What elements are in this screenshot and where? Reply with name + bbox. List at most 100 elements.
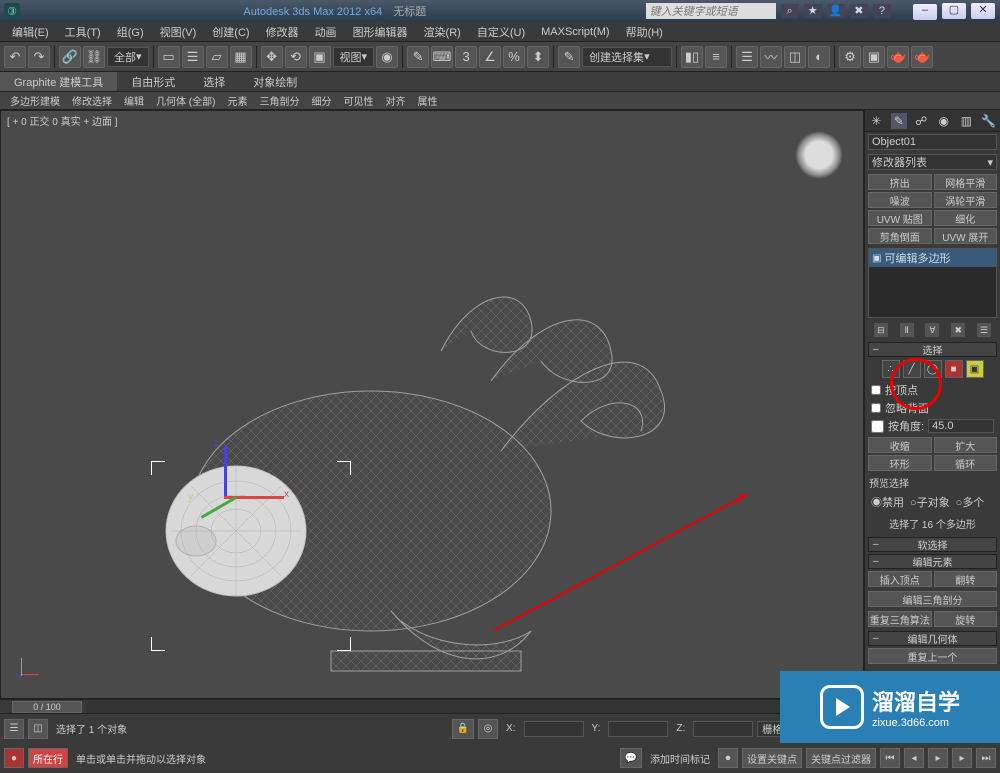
maxscript-mini-listener-icon[interactable]: ☰: [4, 719, 24, 739]
by-vertex-checkbox[interactable]: [871, 385, 881, 395]
pin-stack-icon[interactable]: ⊟: [874, 323, 888, 337]
grow-button[interactable]: 扩大: [934, 437, 998, 453]
btn-turbosmooth[interactable]: 涡轮平滑: [934, 192, 998, 208]
close-button[interactable]: ✕: [971, 3, 995, 19]
named-selection-set[interactable]: 创建选择集 ▾: [582, 47, 672, 67]
transform-gizmo[interactable]: xyz: [176, 446, 276, 546]
display-tab-icon[interactable]: ▥: [958, 113, 974, 129]
link-button[interactable]: 🔗: [59, 46, 81, 68]
next-frame-icon[interactable]: ▸: [952, 748, 972, 768]
align-button[interactable]: ≡: [705, 46, 727, 68]
star-icon[interactable]: ★: [804, 4, 822, 18]
rollout-edit-elements[interactable]: 编辑元素: [868, 554, 997, 569]
edit-named-sel-button[interactable]: ✎: [558, 46, 580, 68]
track-bar-button[interactable]: ◫: [28, 719, 48, 739]
configure-sets-icon[interactable]: ☰: [977, 323, 991, 337]
panel-geometry[interactable]: 几何体 (全部): [150, 93, 221, 108]
ignore-backfacing-checkbox[interactable]: [871, 403, 881, 413]
menu-edit[interactable]: 编辑(E): [4, 24, 57, 40]
x-coord-field[interactable]: [524, 721, 584, 737]
window-crossing-button[interactable]: ▦: [230, 46, 252, 68]
layer-manager-button[interactable]: ☰: [736, 46, 758, 68]
tab-graphite[interactable]: Graphite 建模工具: [0, 72, 117, 91]
edit-tri-button[interactable]: 编辑三角剖分: [868, 591, 997, 607]
loop-button[interactable]: 循环: [934, 455, 998, 471]
btn-chamfer[interactable]: 剪角倒面: [868, 228, 932, 244]
btn-extrude[interactable]: 挤出: [868, 174, 932, 190]
panel-tris[interactable]: 三角剖分: [253, 93, 305, 108]
panel-poly-model[interactable]: 多边形建模: [4, 93, 66, 108]
viewport[interactable]: [ + 0 正交 0 真实 + 边面 ]: [0, 110, 864, 699]
goto-start-icon[interactable]: ⏮: [880, 748, 900, 768]
select-by-name-button[interactable]: ☰: [182, 46, 204, 68]
pivot-center-button[interactable]: ◉: [376, 46, 398, 68]
tab-object-paint[interactable]: 对象绘制: [239, 72, 311, 91]
redo-button[interactable]: ↷: [28, 46, 50, 68]
rollout-edit-geometry[interactable]: 编辑几何体: [868, 631, 997, 646]
infocenter-icon[interactable]: ⌕: [781, 4, 799, 18]
material-editor-button[interactable]: ◐: [808, 46, 830, 68]
menu-views[interactable]: 视图(V): [152, 24, 205, 40]
schematic-view-button[interactable]: ◫: [784, 46, 806, 68]
panel-align[interactable]: 对齐: [379, 93, 411, 108]
lock-icon[interactable]: 🔒: [452, 719, 474, 739]
rotate-button[interactable]: ⟲: [285, 46, 307, 68]
time-slider[interactable]: 0 / 100: [12, 701, 82, 713]
percent-snap-button[interactable]: %: [503, 46, 525, 68]
snap-toggle-button[interactable]: 3: [455, 46, 477, 68]
manipulate-button[interactable]: ✎: [407, 46, 429, 68]
exchange-icon[interactable]: ✖: [850, 4, 868, 18]
menu-help[interactable]: 帮助(H): [618, 24, 671, 40]
angle-spinner[interactable]: 45.0: [928, 419, 994, 433]
panel-subdivision[interactable]: 细分: [305, 93, 337, 108]
ref-coord-system[interactable]: 视图 ▾: [333, 47, 375, 67]
menu-graph-editors[interactable]: 图形编辑器: [345, 24, 416, 40]
rendered-frame-button[interactable]: ▣: [863, 46, 885, 68]
angle-snap-button[interactable]: ∠: [479, 46, 501, 68]
menu-customize[interactable]: 自定义(U): [469, 24, 533, 40]
hierarchy-tab-icon[interactable]: ☍: [913, 113, 929, 129]
tab-selection[interactable]: 选择: [189, 72, 239, 91]
subobj-polygon-icon[interactable]: ■: [945, 360, 963, 378]
select-region-button[interactable]: ▱: [206, 46, 228, 68]
move-button[interactable]: ✥: [261, 46, 283, 68]
subobj-edge-icon[interactable]: ╱: [903, 360, 921, 378]
undo-button[interactable]: ↶: [4, 46, 26, 68]
radio-subobj[interactable]: ○子对象: [910, 494, 950, 510]
current-line-button[interactable]: 所在行: [28, 748, 68, 768]
subobj-vertex-icon[interactable]: ∴: [882, 360, 900, 378]
panel-properties[interactable]: 属性: [411, 93, 443, 108]
set-key-large-button[interactable]: ⏺: [718, 748, 738, 768]
object-name-field[interactable]: Object01: [868, 134, 997, 150]
menu-maxscript[interactable]: MAXScript(M): [533, 26, 617, 38]
help-search-input[interactable]: 键入关键字或短语: [646, 3, 776, 19]
help-icon[interactable]: ?: [873, 4, 891, 18]
render-button[interactable]: 🫖: [887, 46, 909, 68]
stack-editable-poly[interactable]: ▣ 可编辑多边形: [869, 249, 996, 267]
subobj-element-icon[interactable]: ▣: [966, 360, 984, 378]
add-time-tag[interactable]: 添加时间标记: [646, 751, 714, 766]
shrink-button[interactable]: 收缩: [868, 437, 932, 453]
flip-button[interactable]: 翻转: [934, 571, 998, 587]
render-setup-button[interactable]: ⚙: [839, 46, 861, 68]
set-key-button[interactable]: 设置关键点: [742, 748, 802, 768]
menu-rendering[interactable]: 渲染(R): [416, 24, 469, 40]
viewport-label[interactable]: [ + 0 正交 0 真实 + 边面 ]: [7, 113, 118, 128]
signin-icon[interactable]: 👤: [827, 4, 845, 18]
retriangulate-button[interactable]: 重复三角算法: [868, 611, 932, 627]
rollout-selection[interactable]: 选择: [868, 342, 997, 357]
mirror-button[interactable]: ▮▯: [681, 46, 703, 68]
repeat-last-button[interactable]: 重复上一个: [868, 648, 997, 664]
btn-uvwunwrap[interactable]: UVW 展开: [934, 228, 998, 244]
modify-tab-icon[interactable]: ✎: [891, 113, 907, 129]
create-tab-icon[interactable]: ✳: [868, 113, 884, 129]
isolate-icon[interactable]: ◎: [478, 719, 498, 739]
btn-tessellate[interactable]: 细化: [934, 210, 998, 226]
key-filters-button[interactable]: 关键点过滤器: [806, 748, 876, 768]
quick-render-button[interactable]: 🫖: [911, 46, 933, 68]
curve-editor-button[interactable]: 〰: [760, 46, 782, 68]
menu-tools[interactable]: 工具(T): [57, 24, 109, 40]
panel-modify-sel[interactable]: 修改选择: [66, 93, 118, 108]
selection-filter[interactable]: 全部 ▾: [107, 47, 149, 67]
modifier-stack[interactable]: ▣ 可编辑多边形: [868, 248, 997, 318]
